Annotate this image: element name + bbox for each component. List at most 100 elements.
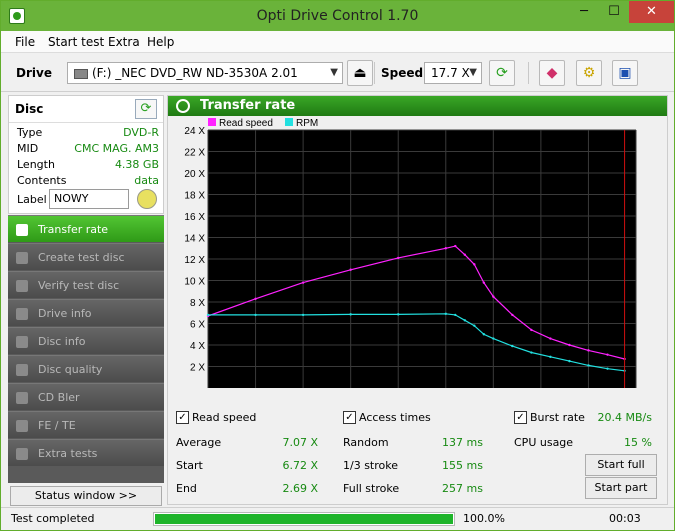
read-speed-point [397,256,400,260]
y-tick-label: 4 X [190,341,205,352]
disc-refresh-button[interactable]: ⟳ [135,99,157,119]
function-nav: Transfer rate Create test disc Verify te… [8,215,164,483]
transfer-rate-panel: Transfer rate 0.0 0.5 1.0 1.5 2.0 2.5 3.0 3.5 4.… [167,95,668,505]
disc-row-mid: MID CMC MAG. AM3 [17,142,159,158]
rpm-point [549,355,552,359]
read-speed-point [482,281,486,284]
menu-extra[interactable]: Extra [108,35,140,49]
legend-swatch-rpm [285,118,293,126]
read-speed-point [463,253,466,256]
read-speed-point [254,297,257,300]
nav-extra-tests[interactable]: Extra tests [8,439,164,466]
nav-disc-quality[interactable]: Disc quality [8,355,164,382]
y-tick-label: 2 X [190,363,205,374]
transfer-rate-chart: 0.0 0.5 1.0 1.5 2.0 2.5 3.0 3.5 4.0 4.5 GB 2 X 4 X 6… [168,116,667,402]
progress-bar [153,512,455,526]
y-tick-label: 14 X [184,234,205,245]
legend-label-read-speed: Read speed [219,118,273,129]
nav-label: FE / TE [38,419,76,432]
read-speed-point [587,349,590,352]
fe-te-icon [16,420,28,432]
nav-create-test-disc[interactable]: Create test disc [8,243,164,270]
x-tick-label: 4.5 GB [630,391,661,392]
burst-rate-checkbox[interactable]: ✓ [514,411,527,424]
eject-button[interactable]: ⏏ [347,60,373,86]
nav-label: Create test disc [38,251,125,264]
read-speed-point [530,328,533,332]
maximize-button[interactable]: ☐ [599,1,629,23]
access-times-checkbox[interactable]: ✓ [343,411,356,424]
disc-row-key: Contents [17,174,67,187]
create-disc-icon [16,252,28,264]
disc-row-contents: Contents data [17,174,159,190]
read-speed-point [606,353,609,356]
read-speed-checkbox[interactable]: ✓ [176,411,189,424]
disc-header: Disc [15,102,44,116]
y-tick-label: 22 X [184,148,205,159]
toolbar-separator [528,62,529,84]
status-text: Test completed [11,512,95,525]
nav-fe-te[interactable]: FE / TE [8,411,164,438]
x-tick-label: 0.5 [249,391,263,392]
eject-icon: ⏏ [353,65,367,81]
x-tick-label: 3.0 [486,391,500,392]
read-speed-point [549,337,552,340]
average-value: 7.07 X [282,436,318,449]
speed-label: Speed [381,66,424,80]
refresh-speeds-button[interactable]: ⟳ [489,60,515,86]
legend-swatch-read-speed [208,118,216,126]
burst-rate-value: 20.4 MB/s [597,411,652,424]
gears-icon: ⚙ [582,65,596,81]
refresh-icon: ⟳ [496,65,508,81]
close-button[interactable]: ✕ [629,1,674,23]
menu-help[interactable]: Help [147,35,174,49]
minimize-button[interactable]: ─ [569,1,599,23]
disc-row-type: Type DVD-R [17,126,159,142]
third-stroke-value: 155 ms [442,459,483,472]
x-tick-label: 0.0 [201,391,215,392]
disc-row-value: DVD-R [123,126,159,139]
x-tick-label: 4.0 [581,391,595,392]
transfer-rate-icon [16,224,28,236]
rpm-point [463,319,466,322]
nav-drive-info[interactable]: Drive info [8,299,164,326]
rpm-point [473,324,476,327]
rpm-point [606,367,609,370]
y-tick-label: 24 X [184,126,205,137]
disc-label-input[interactable]: NOWY [49,189,129,209]
nav-label: Extra tests [38,447,98,460]
status-window-button[interactable]: Status window >> [10,486,162,506]
y-tick-label: 20 X [184,169,205,180]
progress-fill [155,514,453,524]
speed-select[interactable]: 17.7 X ▼ [424,62,482,84]
nav-transfer-rate[interactable]: Transfer rate [8,215,164,242]
start-value: 6.72 X [282,459,318,472]
chevron-down-icon: ▼ [469,67,477,78]
nav-cd-bler[interactable]: CD Bler [8,383,164,410]
drive-select[interactable]: (F:) _NEC DVD_RW ND-3530A 2.01 ▼ [67,62,343,84]
rpm-point [444,312,447,316]
nav-disc-info[interactable]: Disc info [8,327,164,354]
menu-file[interactable]: File [15,35,35,49]
start-full-button[interactable]: Start full [585,454,657,476]
save-button[interactable]: ▣ [612,60,638,86]
erase-button[interactable]: ◆ [539,60,565,86]
disc-row-value: CMC MAG. AM3 [74,142,159,155]
disc-row-key: MID [17,142,39,155]
rpm-point [587,364,590,367]
read-speed-point [301,281,305,284]
settings-button[interactable]: ⚙ [576,60,602,86]
y-tick-label: 10 X [184,277,205,288]
nav-verify-test-disc[interactable]: Verify test disc [8,271,164,298]
access-times-cb-label: Access times [359,411,431,424]
disc-row-key: Type [17,126,43,139]
disc-icon[interactable] [137,189,157,209]
refresh-icon: ⟳ [140,101,152,116]
menu-start-test[interactable]: Start test [48,35,104,49]
rpm-point [568,359,571,363]
floppy-disk-icon: ▣ [618,65,632,81]
x-tick-label: 3.5 [534,391,548,392]
start-part-button[interactable]: Start part [585,477,657,499]
verify-icon [16,280,28,292]
disc-row-value: data [134,174,159,187]
